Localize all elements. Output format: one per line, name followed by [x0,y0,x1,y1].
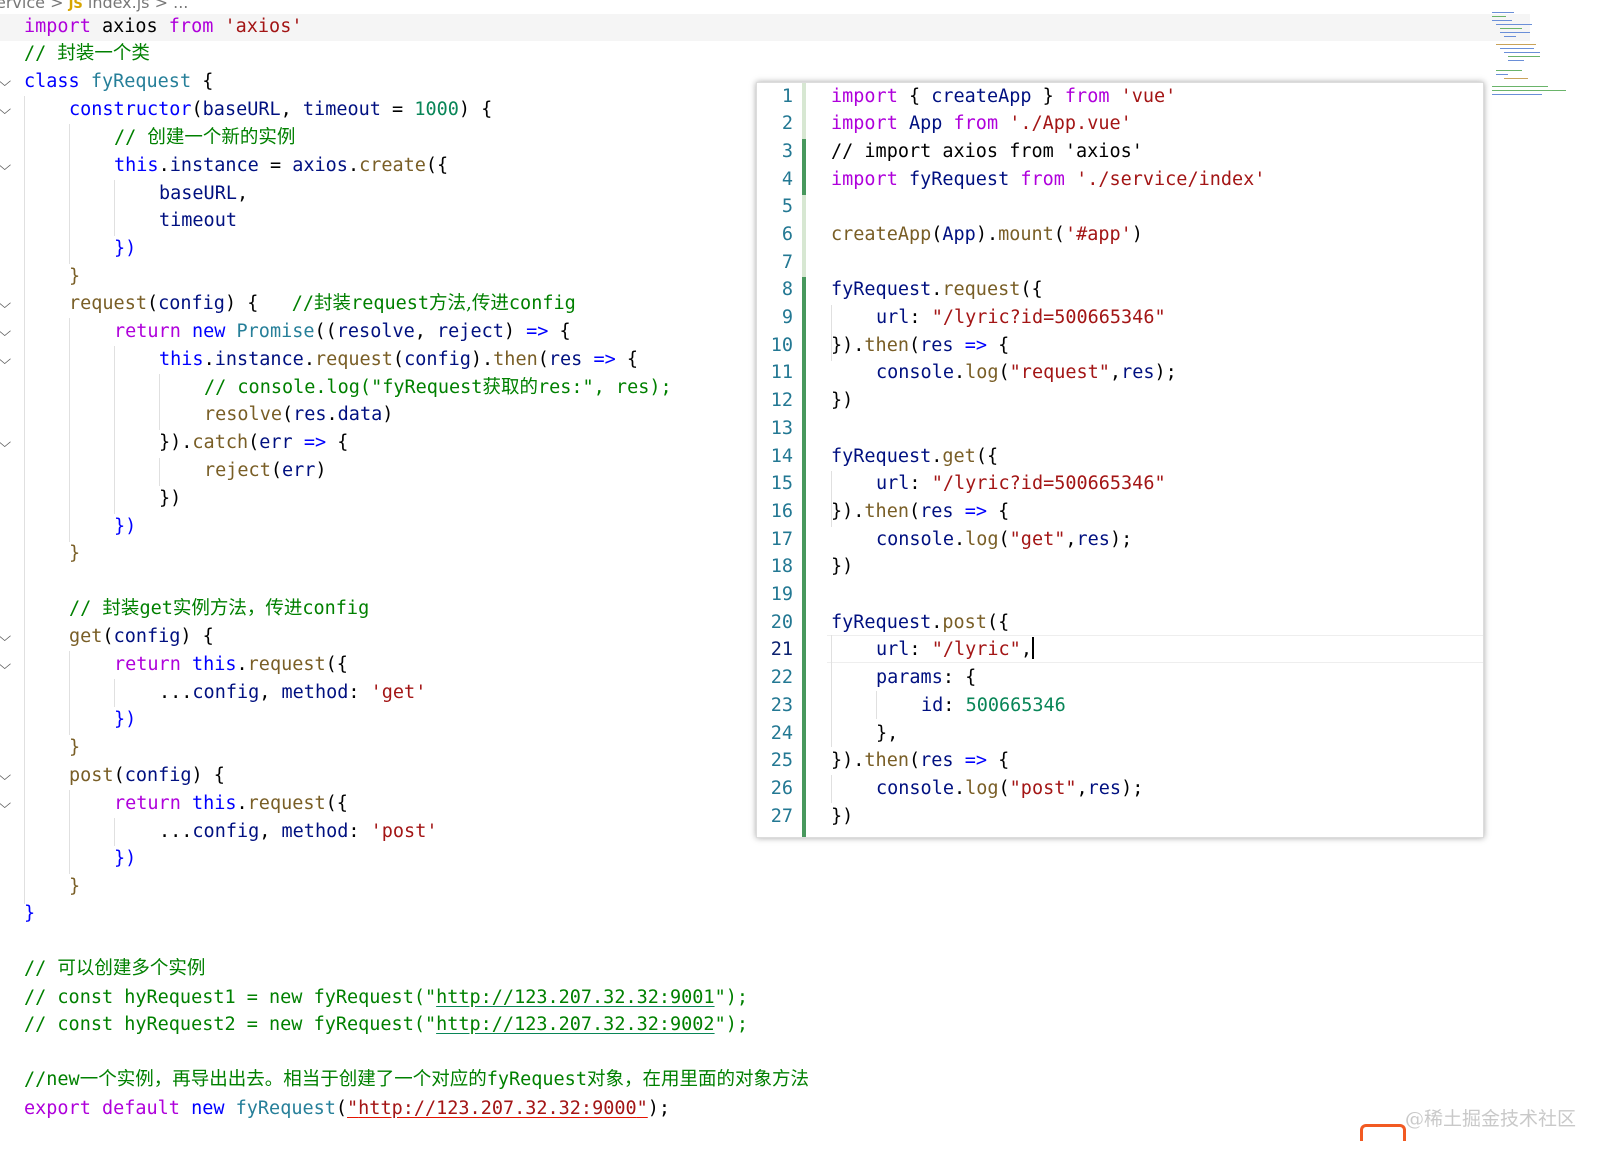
minimap[interactable] [1488,8,1568,98]
code-line[interactable]: post(config) { [69,762,225,790]
popup-code-line[interactable]: 14 fyRequest.get({ [757,443,1483,471]
code-line[interactable]: }) [114,513,136,541]
popup-code-line[interactable]: 25}).then(res => { [757,747,1483,775]
fold-chevron-icon[interactable]: ⌵ [0,152,18,180]
code-comment[interactable]: // const hyRequest2 = new fyRequest("htt… [24,1011,748,1039]
popup-code-line[interactable]: 7 [757,249,1483,277]
popup-code-line[interactable]: 27}) [757,803,1483,831]
js-file-icon: JS [68,0,83,12]
code-comment[interactable]: // 创建一个新的实例 [114,124,295,152]
popup-code-line[interactable]: 23 id: 500665346 [757,692,1483,720]
breadcrumb-more[interactable]: ... [173,0,188,12]
popup-code-line[interactable]: 13 [757,415,1483,443]
code-line[interactable]: get(config) { [69,623,214,651]
indent-guide [114,818,115,846]
popup-code-line[interactable]: 26 console.log("post",res); [757,775,1483,803]
indent-guide [69,790,70,874]
fold-chevron-icon[interactable]: ⌵ [0,762,18,790]
breadcrumb-folder[interactable]: ervice [0,0,45,12]
code-line[interactable]: } [69,263,80,291]
popup-code-line[interactable]: 24}, [757,720,1483,748]
popup-code-line[interactable]: 2 import App from './App.vue' [757,110,1483,138]
indent-guide [159,374,160,430]
popup-code-line[interactable]: 5 [757,193,1483,221]
breadcrumb-file[interactable]: index.js [88,0,150,12]
peek-code-popup[interactable]: 1 import { createApp } from 'vue' 2 import… [756,82,1484,838]
code-line[interactable]: } [69,873,80,901]
popup-code-line[interactable]: 12}) [757,387,1483,415]
popup-code-line[interactable]: 9 url: "/lyric?id=500665346" [757,304,1483,332]
code-comment[interactable]: // 可以创建多个实例 [24,955,205,983]
code-comment[interactable]: // const hyRequest1 = new fyRequest("htt… [24,984,748,1012]
code-line[interactable]: request(config) { //封装request方法,传进config [69,290,576,318]
fold-chevron-icon[interactable]: ⌵ [0,429,18,457]
code-line[interactable]: return new Promise((resolve, reject) => … [114,318,571,346]
popup-code-line[interactable]: 11 console.log("request",res); [757,359,1483,387]
code-line[interactable]: } [24,900,35,928]
indent-guide [114,346,115,514]
popup-code-line[interactable]: 19 [757,581,1483,609]
breadcrumb-separator: > [154,0,169,12]
code-line[interactable]: timeout [159,207,237,235]
indent-guide [114,180,115,236]
code-line[interactable]: } [69,734,80,762]
fold-chevron-icon[interactable]: ⌵ [0,68,18,96]
code-line[interactable]: ...config, method: 'get' [159,679,426,707]
breadcrumb-separator: > [50,0,64,12]
popup-code-line[interactable]: 18}) [757,553,1483,581]
popup-code-line[interactable]: 1 import { createApp } from 'vue' [757,83,1483,111]
code-line[interactable]: resolve(res.data) [204,401,393,429]
popup-code-line[interactable]: 22 params: { [757,664,1483,692]
popup-code-line[interactable]: 8 fyRequest.request({ [757,276,1483,304]
code-line[interactable]: this.instance.request(config).then(res =… [159,346,638,374]
fold-chevron-icon[interactable]: ⌵ [0,790,18,818]
indent-guide [69,651,70,735]
code-line[interactable]: return this.request({ [114,651,348,679]
code-line[interactable]: }).catch(err => { [159,429,348,457]
code-line[interactable]: baseURL, [159,180,248,208]
indent-guide [69,318,70,542]
code-line[interactable]: import axios from 'axios' [24,13,302,41]
code-line[interactable]: }) [114,845,136,873]
popup-code-line[interactable]: 4 import fyRequest from './service/index' [757,166,1483,194]
popup-code-line[interactable]: 17 console.log("get",res); [757,526,1483,554]
code-line[interactable]: } [69,540,80,568]
fold-chevron-icon[interactable]: ⌵ [0,623,18,651]
code-comment[interactable]: //new一个实例，再导出出去。相当于创建了一个对应的fyRequest对象，在… [24,1066,809,1094]
code-line[interactable]: return this.request({ [114,790,348,818]
popup-code-line-active[interactable]: 21 url: "/lyric", [757,636,1483,664]
code-line[interactable]: reject(err) [204,457,327,485]
indent-guide [24,96,25,904]
code-line[interactable]: }) [159,485,181,513]
indent-guide [159,458,160,486]
code-line[interactable]: }) [114,706,136,734]
fold-chevron-icon[interactable]: ⌵ [0,651,18,679]
code-line[interactable]: this.instance = axios.create({ [114,152,448,180]
code-line[interactable]: class fyRequest { [24,68,213,96]
fold-chevron-icon[interactable]: ⌵ [0,318,18,346]
code-line[interactable]: constructor(baseURL, timeout = 1000) { [69,96,492,124]
popup-code-line[interactable]: 10}).then(res => { [757,332,1483,360]
breadcrumb: ervice > JS index.js > ... [0,0,188,12]
watermark: @稀土掘金技术社区 [1405,1108,1577,1130]
popup-code-line[interactable]: 20 fyRequest.post({ [757,609,1483,637]
popup-code-line[interactable]: 3// import axios from 'axios' [757,138,1483,166]
code-comment[interactable]: // console.log("fyRequest获取的res:", res); [204,374,672,402]
text-caret [1031,637,1034,659]
code-line[interactable]: export default new fyRequest("http://123… [24,1095,670,1123]
popup-code-line[interactable]: 6 createApp(App).mount('#app') [757,221,1483,249]
code-comment[interactable]: // 封装一个类 [24,40,150,68]
popup-code-line[interactable]: 15 url: "/lyric?id=500665346" [757,470,1483,498]
indent-guide [114,679,115,707]
code-line[interactable]: }) [114,235,136,263]
code-line[interactable]: ...config, method: 'post' [159,818,437,846]
indent-guide [69,124,70,264]
popup-code-line[interactable]: 16}).then(res => { [757,498,1483,526]
juejin-logo-icon [1360,1124,1406,1141]
code-comment[interactable]: // 封装get实例方法，传进config [69,595,369,623]
fold-chevron-icon[interactable]: ⌵ [0,96,18,124]
fold-chevron-icon[interactable]: ⌵ [0,290,18,318]
fold-chevron-icon[interactable]: ⌵ [0,346,18,374]
